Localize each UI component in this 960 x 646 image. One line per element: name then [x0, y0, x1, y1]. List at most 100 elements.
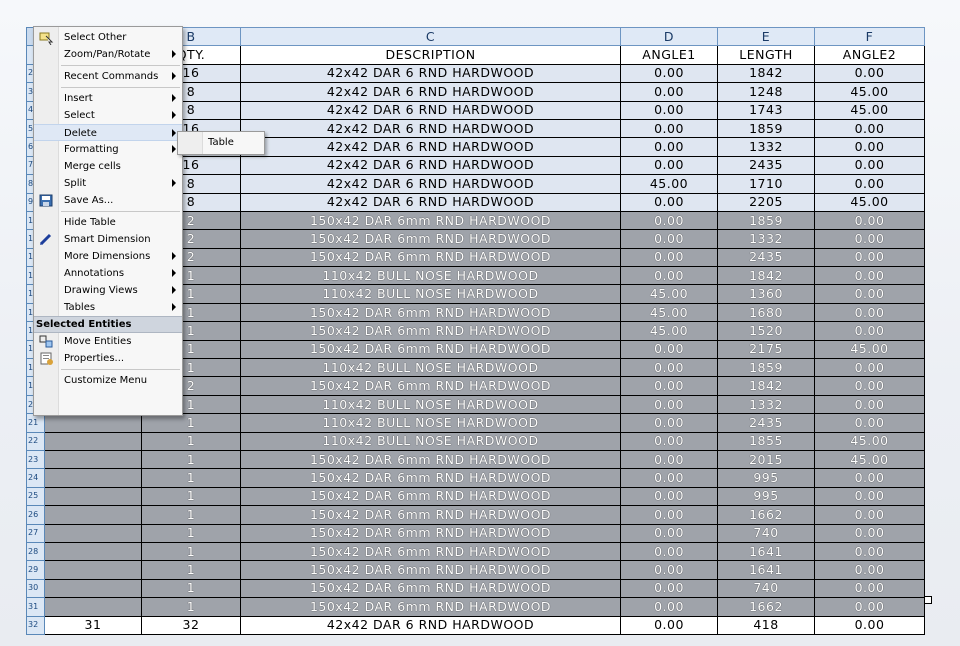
table-row[interactable]: 24 1 150x42 DAR 6mm RND HARDWOOD 0.00 995 0.0… [26, 468, 925, 488]
column-letter-e[interactable]: E [717, 26, 815, 47]
description-cell[interactable]: 150x42 DAR 6mm RND HARDWOOD [240, 523, 621, 543]
length-cell[interactable]: 740 [717, 578, 815, 599]
length-cell[interactable]: 1641 [717, 560, 815, 580]
angle1-cell[interactable]: 0.00 [620, 578, 718, 599]
table-row[interactable]: 31 1 150x42 DAR 6mm RND HARDWOOD 0.00 1662 0.… [26, 597, 925, 617]
description-cell[interactable]: 42x42 DAR 6 RND HARDWOOD [240, 118, 621, 139]
length-cell[interactable]: 995 [717, 468, 815, 488]
row-number[interactable]: 30 [26, 578, 45, 599]
qty-cell[interactable]: 1 [141, 468, 241, 488]
angle1-cell[interactable]: 0.00 [620, 247, 718, 268]
angle1-cell[interactable]: 0.00 [620, 505, 718, 525]
angle2-cell[interactable]: 0.00 [814, 468, 925, 488]
angle1-cell[interactable]: 45.00 [620, 284, 718, 304]
description-cell[interactable]: 110x42 BULL NOSE HARDWOOD [240, 358, 621, 378]
item-cell[interactable]: 31 [44, 615, 142, 635]
menu-item-insert[interactable]: Insert [34, 90, 182, 107]
angle2-cell[interactable]: 0.00 [814, 541, 925, 562]
angle2-cell[interactable]: 45.00 [814, 82, 925, 102]
column-letter-c[interactable]: C [240, 26, 621, 47]
qty-cell[interactable]: 1 [141, 560, 241, 580]
angle2-cell[interactable]: 0.00 [814, 394, 925, 415]
angle1-cell[interactable]: 0.00 [620, 597, 718, 617]
angle2-cell[interactable]: 0.00 [814, 229, 925, 249]
angle1-cell[interactable]: 0.00 [620, 560, 718, 580]
angle2-cell[interactable]: 0.00 [814, 266, 925, 286]
description-cell[interactable]: 110x42 BULL NOSE HARDWOOD [240, 266, 621, 286]
table-row[interactable]: 27 1 150x42 DAR 6mm RND HARDWOOD 0.00 740 0.0… [26, 523, 925, 543]
angle1-cell[interactable]: 0.00 [620, 449, 718, 470]
length-cell[interactable]: 1641 [717, 541, 815, 562]
length-cell[interactable]: 1859 [717, 358, 815, 378]
menu-item-more-dimensions[interactable]: More Dimensions [34, 248, 182, 265]
length-cell[interactable]: 418 [717, 615, 815, 635]
item-cell[interactable] [44, 578, 142, 599]
item-cell[interactable] [44, 541, 142, 562]
description-cell[interactable]: 150x42 DAR 6mm RND HARDWOOD [240, 376, 621, 396]
menu-item-hide-table[interactable]: Hide Table [34, 214, 182, 231]
item-cell[interactable] [44, 597, 142, 617]
description-cell[interactable]: 110x42 BULL NOSE HARDWOOD [240, 413, 621, 433]
menu-item-merge-cells[interactable]: Merge cells [34, 158, 182, 175]
angle1-cell[interactable]: 0.00 [620, 394, 718, 415]
angle1-cell[interactable]: 0.00 [620, 615, 718, 635]
description-cell[interactable]: 150x42 DAR 6mm RND HARDWOOD [240, 247, 621, 268]
angle1-cell[interactable]: 45.00 [620, 302, 718, 323]
table-resize-handle[interactable] [924, 596, 932, 604]
length-cell[interactable]: 1710 [717, 174, 815, 194]
qty-cell[interactable]: 1 [141, 578, 241, 599]
angle2-cell[interactable]: 0.00 [814, 321, 925, 341]
angle1-cell[interactable]: 45.00 [620, 174, 718, 194]
menu-item-drawing-views[interactable]: Drawing Views [34, 282, 182, 299]
angle1-cell[interactable]: 0.00 [620, 100, 718, 120]
description-cell[interactable]: 110x42 BULL NOSE HARDWOOD [240, 431, 621, 451]
angle1-cell[interactable]: 0.00 [620, 266, 718, 286]
angle2-cell[interactable]: 0.00 [814, 486, 925, 507]
angle1-cell[interactable]: 0.00 [620, 431, 718, 451]
angle1-cell[interactable]: 0.00 [620, 358, 718, 378]
angle2-cell[interactable]: 0.00 [814, 210, 925, 231]
item-cell[interactable] [44, 413, 142, 433]
header-cell[interactable]: ANGLE1 [620, 45, 718, 65]
description-cell[interactable]: 150x42 DAR 6mm RND HARDWOOD [240, 210, 621, 231]
description-cell[interactable]: 42x42 DAR 6 RND HARDWOOD [240, 155, 621, 176]
description-cell[interactable]: 110x42 BULL NOSE HARDWOOD [240, 394, 621, 415]
item-cell[interactable] [44, 431, 142, 451]
row-number[interactable]: 23 [26, 449, 45, 470]
angle1-cell[interactable]: 0.00 [620, 82, 718, 102]
description-cell[interactable]: 42x42 DAR 6 RND HARDWOOD [240, 137, 621, 157]
table-row[interactable]: 28 1 150x42 DAR 6mm RND HARDWOOD 0.00 1641 0.… [26, 541, 925, 562]
length-cell[interactable]: 1855 [717, 431, 815, 451]
angle2-cell[interactable]: 0.00 [814, 413, 925, 433]
angle1-cell[interactable]: 0.00 [620, 155, 718, 176]
menu-item-recent-commands[interactable]: Recent Commands [34, 68, 182, 85]
angle1-cell[interactable]: 0.00 [620, 229, 718, 249]
menu-item-customize-menu[interactable]: Customize Menu [34, 372, 182, 389]
length-cell[interactable]: 1248 [717, 82, 815, 102]
table-row[interactable]: 23 1 150x42 DAR 6mm RND HARDWOOD 0.00 2015 45… [26, 449, 925, 470]
row-number[interactable]: 31 [26, 597, 45, 617]
angle2-cell[interactable]: 0.00 [814, 560, 925, 580]
item-cell[interactable] [44, 486, 142, 507]
angle2-cell[interactable]: 0.00 [814, 597, 925, 617]
description-cell[interactable]: 42x42 DAR 6 RND HARDWOOD [240, 100, 621, 120]
description-cell[interactable]: 150x42 DAR 6mm RND HARDWOOD [240, 449, 621, 470]
item-cell[interactable] [44, 449, 142, 470]
description-cell[interactable]: 42x42 DAR 6 RND HARDWOOD [240, 174, 621, 194]
qty-cell[interactable]: 1 [141, 449, 241, 470]
menu-item-split[interactable]: Split [34, 175, 182, 192]
angle2-cell[interactable]: 45.00 [814, 192, 925, 212]
description-cell[interactable]: 150x42 DAR 6mm RND HARDWOOD [240, 302, 621, 323]
angle2-cell[interactable]: 0.00 [814, 523, 925, 543]
table-row[interactable]: 22 1 110x42 BULL NOSE HARDWOOD 0.00 1855 45.0… [26, 431, 925, 451]
menu-item-save-as[interactable]: Save As... [34, 192, 182, 209]
length-cell[interactable]: 1332 [717, 229, 815, 249]
length-cell[interactable]: 1662 [717, 597, 815, 617]
length-cell[interactable]: 1662 [717, 505, 815, 525]
qty-cell[interactable]: 1 [141, 597, 241, 617]
angle1-cell[interactable]: 0.00 [620, 523, 718, 543]
length-cell[interactable]: 2015 [717, 449, 815, 470]
item-cell[interactable] [44, 560, 142, 580]
length-cell[interactable]: 2435 [717, 155, 815, 176]
menu-item-delete[interactable]: Delete [34, 124, 182, 141]
